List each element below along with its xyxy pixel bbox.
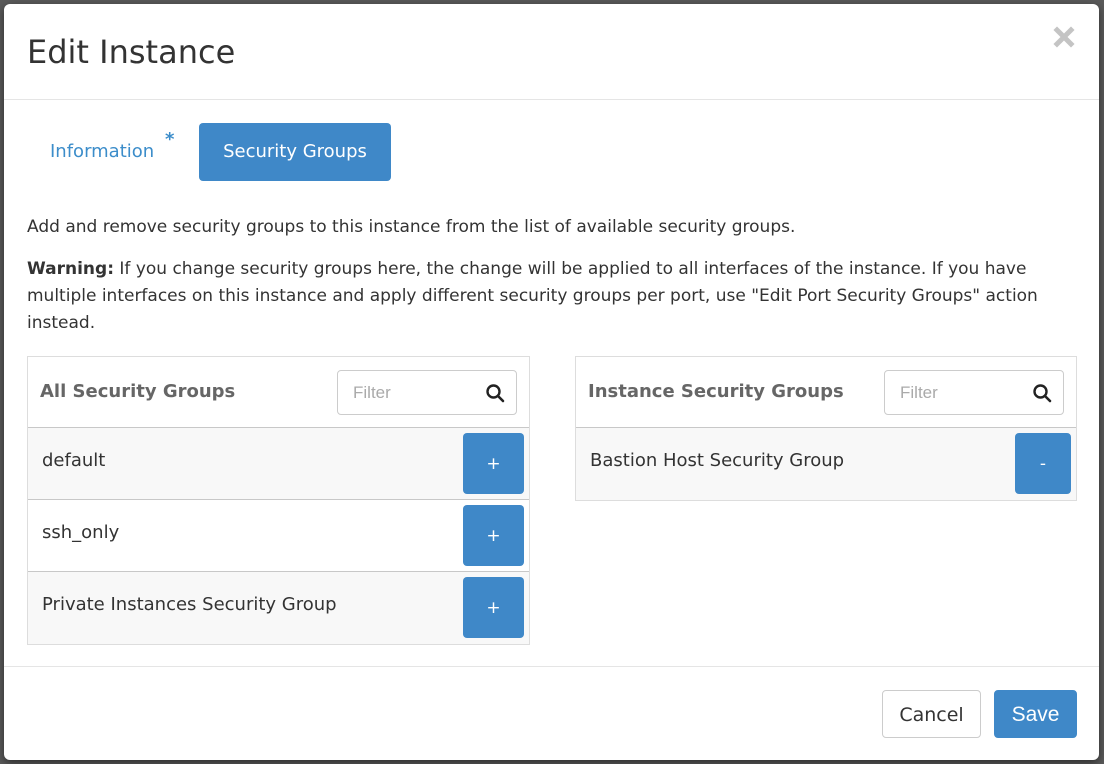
required-marker: * — [165, 129, 175, 150]
group-name: Private Instances Security Group — [42, 594, 337, 615]
add-group-button[interactable]: + — [463, 505, 524, 566]
list-item: Private Instances Security Group + — [28, 572, 529, 644]
add-group-button[interactable]: + — [463, 577, 524, 638]
add-group-button[interactable]: + — [463, 433, 524, 494]
modal-footer: Cancel Save — [4, 666, 1099, 760]
tab-information-label: Information — [50, 141, 155, 162]
tab-information[interactable]: Information * — [27, 123, 187, 181]
close-icon — [1053, 26, 1075, 48]
list-item: default + — [28, 428, 529, 500]
search-icon[interactable] — [485, 383, 505, 403]
instance-groups-filter-input[interactable] — [885, 371, 1025, 414]
warning-body: If you change security groups here, the … — [27, 259, 1038, 333]
tab-security-groups[interactable]: Security Groups — [199, 123, 391, 181]
description-text: Add and remove security groups to this i… — [27, 217, 796, 237]
group-name: ssh_only — [42, 522, 120, 543]
modal-header: Edit Instance — [4, 4, 1099, 100]
warning-label: Warning: — [27, 259, 115, 279]
panel-header: Instance Security Groups — [576, 357, 1076, 428]
tab-security-groups-label: Security Groups — [223, 141, 367, 162]
instance-security-groups-panel: Instance Security Groups Bastion Host Se… — [575, 356, 1077, 501]
panel-header: All Security Groups — [28, 357, 529, 428]
cancel-button[interactable]: Cancel — [882, 690, 981, 738]
group-name: Bastion Host Security Group — [590, 450, 845, 471]
all-security-groups-panel: All Security Groups default + ssh_only +… — [27, 356, 530, 645]
panel-title: All Security Groups — [40, 381, 236, 402]
group-name: default — [42, 450, 106, 471]
remove-group-button[interactable]: - — [1015, 433, 1071, 494]
warning-text: Warning: If you change security groups h… — [27, 256, 1077, 337]
filter-box — [337, 370, 517, 415]
all-groups-filter-input[interactable] — [338, 371, 478, 414]
list-item: ssh_only + — [28, 500, 529, 572]
modal-title: Edit Instance — [27, 33, 236, 71]
list-item: Bastion Host Security Group - — [576, 428, 1076, 500]
filter-box — [884, 370, 1064, 415]
search-icon[interactable] — [1032, 383, 1052, 403]
edit-instance-modal: Edit Instance Information * Security Gro… — [4, 4, 1099, 760]
close-button[interactable] — [1053, 26, 1079, 52]
save-button[interactable]: Save — [994, 690, 1077, 738]
panel-title: Instance Security Groups — [588, 381, 844, 402]
